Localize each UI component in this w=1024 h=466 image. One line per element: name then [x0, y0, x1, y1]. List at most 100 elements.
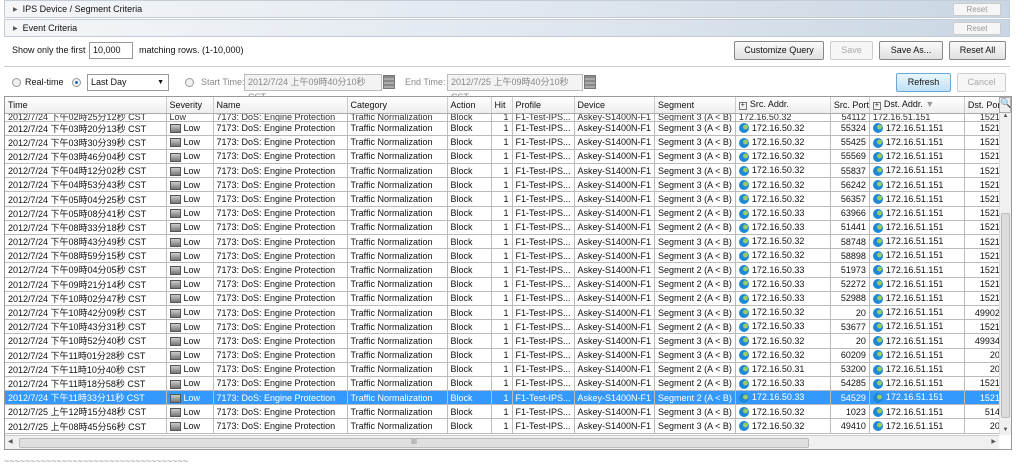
cancel-button[interactable]: Cancel: [957, 73, 1006, 92]
device-cell: Askey-S1400N-F1: [574, 206, 656, 221]
device-cell: Askey-S1400N-F1: [574, 376, 656, 392]
severity-cell: Low: [166, 404, 214, 420]
category-cell: Traffic Normalization: [347, 376, 448, 392]
reset-all-button[interactable]: Reset All: [949, 41, 1006, 60]
table-row[interactable]: 2012/7/24 下午05時04分25秒 CST Low 7173: DoS: E…: [5, 191, 1004, 207]
reset-button[interactable]: Reset: [953, 3, 1001, 16]
vertical-scrollbar[interactable]: ▲ ▼: [999, 113, 1011, 435]
table-row[interactable]: 2012/7/24 下午10時43分31秒 CST Low 7173: DoS: E…: [5, 319, 1004, 335]
time-cell: 2012/7/24 下午10時02分47秒 CST: [5, 291, 167, 306]
name-cell: 7173: DoS: Engine Protection: [213, 305, 348, 321]
refresh-button[interactable]: Refresh: [896, 73, 951, 92]
category-cell: Traffic Normalization: [347, 262, 448, 278]
scrollbar-thumb[interactable]: III: [19, 438, 809, 448]
calendar-icon[interactable]: [584, 75, 596, 89]
scroll-up-icon[interactable]: ▲: [1000, 113, 1011, 119]
table-row[interactable]: 2012/7/24 下午10時52分40秒 CST Low 7173: DoS: E…: [5, 333, 1004, 349]
hit-cell: 1: [491, 376, 513, 392]
column-header[interactable]: Name: [213, 97, 348, 114]
severity-cell: Low: [166, 305, 214, 321]
table-row[interactable]: 2012/7/24 下午11時18分58秒 CST Low 7173: DoS: E…: [5, 376, 1004, 392]
save-button[interactable]: Save: [830, 41, 873, 60]
table-row[interactable]: 2012/7/24 下午11時01分28秒 CST Low 7173: DoS: E…: [5, 348, 1004, 363]
src-port-cell: 1023: [830, 404, 870, 420]
severity-cell: Low: [166, 418, 214, 434]
table-row[interactable]: 2012/7/25 上午12時15分48秒 CST Low 7173: DoS: E…: [5, 404, 1004, 420]
column-header[interactable]: Category: [347, 97, 448, 114]
scroll-down-icon[interactable]: ▼: [1000, 427, 1011, 433]
scrollbar-thumb[interactable]: [1001, 213, 1010, 418]
dst-port-cell: 20: [964, 418, 1004, 434]
column-header[interactable]: Hit: [491, 97, 513, 114]
table-row[interactable]: 2012/7/24 下午02時25分12秒 CST Low 7173: DoS: E…: [5, 113, 1004, 122]
horizontal-scrollbar[interactable]: ◀ III ▶: [5, 435, 999, 449]
time-cell: 2012/7/24 下午11時10分40秒 CST: [5, 362, 167, 377]
customize-query-button[interactable]: Customize Query: [734, 41, 824, 60]
scroll-left-icon[interactable]: ◀: [8, 438, 13, 445]
action-cell: Block: [447, 418, 492, 434]
reset-button[interactable]: Reset: [953, 22, 1001, 35]
save-as-button[interactable]: Save As...: [879, 41, 943, 60]
table-row[interactable]: 2012/7/24 下午04時12分02秒 CST Low 7173: DoS: E…: [5, 163, 1004, 179]
column-header[interactable]: Device: [574, 97, 656, 114]
table-row[interactable]: 2012/7/24 下午08時33分18秒 CST Low 7173: DoS: E…: [5, 220, 1004, 236]
globe-icon: [738, 194, 749, 205]
table-row[interactable]: 2012/7/24 下午04時53分43秒 CST Low 7173: DoS: E…: [5, 177, 1004, 193]
hit-cell: 1: [491, 220, 513, 236]
table-row[interactable]: 2012/7/24 下午10時42分09秒 CST Low 7173: DoS: E…: [5, 305, 1004, 321]
column-header[interactable]: Time: [5, 97, 167, 114]
column-header[interactable]: Segment: [654, 97, 736, 114]
name-cell: 7173: DoS: Engine Protection: [213, 206, 348, 221]
table-row[interactable]: 2012/7/24 下午09時21分14秒 CST Low 7173: DoS: E…: [5, 277, 1004, 292]
column-header[interactable]: + Dst. Addr. ▼: [869, 97, 965, 114]
expand-icon[interactable]: +: [872, 102, 881, 111]
column-header[interactable]: Severity: [166, 97, 214, 114]
dst-addr-cell: 172.16.51.151: [869, 163, 965, 179]
end-time-input[interactable]: 2012/7/25 上午09時40分10秒 CST: [447, 74, 583, 102]
column-label: Category: [350, 99, 388, 110]
device-cell: Askey-S1400N-F1: [574, 305, 656, 321]
table-row[interactable]: 2012/7/24 下午09時04分05秒 CST Low 7173: DoS: E…: [5, 262, 1004, 278]
column-header[interactable]: Profile: [512, 97, 575, 114]
severity-cell: Low: [166, 248, 214, 264]
table-row[interactable]: 2012/7/24 下午03時20分13秒 CST Low 7173: DoS: E…: [5, 121, 1004, 136]
calendar-icon[interactable]: [383, 75, 395, 89]
scroll-right-icon[interactable]: ▶: [991, 438, 996, 445]
table-row[interactable]: 2012/7/25 上午08時45分56秒 CST Low 7173: DoS: E…: [5, 418, 1004, 434]
expand-icon[interactable]: +: [738, 102, 747, 111]
table-row[interactable]: 2012/7/24 下午10時02分47秒 CST Low 7173: DoS: E…: [5, 291, 1004, 306]
table-row[interactable]: 2012/7/24 下午05時08分41秒 CST Low 7173: DoS: E…: [5, 206, 1004, 221]
time-range-select[interactable]: Last Day ▼: [87, 74, 169, 91]
segment-cell: Segment 2 (A < B): [654, 362, 736, 377]
category-cell: Traffic Normalization: [347, 149, 448, 165]
table-row[interactable]: 2012/7/24 下午11時33分11秒 CST Low 7173: DoS: E…: [5, 390, 1004, 406]
search-icon[interactable]: 🔍: [999, 97, 1011, 113]
column-header[interactable]: Action: [447, 97, 492, 114]
matching-rows-label: matching rows. (1-10,000): [139, 45, 244, 55]
table-row[interactable]: 2012/7/24 下午03時46分04秒 CST Low 7173: DoS: E…: [5, 149, 1004, 165]
time-cell: 2012/7/24 下午03時30分39秒 CST: [5, 135, 167, 150]
category-cell: Traffic Normalization: [347, 333, 448, 349]
table-row[interactable]: 2012/7/24 下午11時10分40秒 CST Low 7173: DoS: E…: [5, 362, 1004, 377]
column-header[interactable]: Src. Port: [830, 97, 870, 114]
name-cell: 7173: DoS: Engine Protection: [213, 234, 348, 250]
event-criteria-panel[interactable]: ▶ Event Criteria Reset: [4, 19, 1010, 37]
column-header[interactable]: + Src. Addr.: [735, 97, 831, 114]
src-port-cell: 54285: [830, 376, 870, 392]
ips-device-segment-criteria-panel[interactable]: ▶ IPS Device / Segment Criteria Reset: [4, 0, 1010, 18]
time-range-radio[interactable]: [72, 78, 81, 87]
profile-cell: F1-Test-IPS...: [512, 191, 575, 207]
action-cell: Block: [447, 149, 492, 165]
dropdown-arrow-icon: ▼: [157, 79, 164, 86]
time-cell: 2012/7/24 下午10時42分09秒 CST: [5, 305, 167, 321]
table-row[interactable]: 2012/7/24 下午08時43分49秒 CST Low 7173: DoS: E…: [5, 234, 1004, 250]
expand-arrow-icon: ▶: [13, 25, 18, 32]
realtime-radio[interactable]: [12, 78, 21, 87]
custom-time-radio[interactable]: [185, 78, 194, 87]
row-limit-input[interactable]: 10,000: [89, 42, 133, 59]
table-row[interactable]: 2012/7/24 下午08時59分15秒 CST Low 7173: DoS: E…: [5, 248, 1004, 264]
table-row[interactable]: 2012/7/24 下午03時30分39秒 CST Low 7173: DoS: E…: [5, 135, 1004, 150]
dst-port-cell: 1521: [964, 206, 1004, 221]
start-time-input[interactable]: 2012/7/24 上午09時40分10秒 CST: [244, 74, 382, 102]
column-header[interactable]: Dst. Port: [964, 97, 1004, 114]
